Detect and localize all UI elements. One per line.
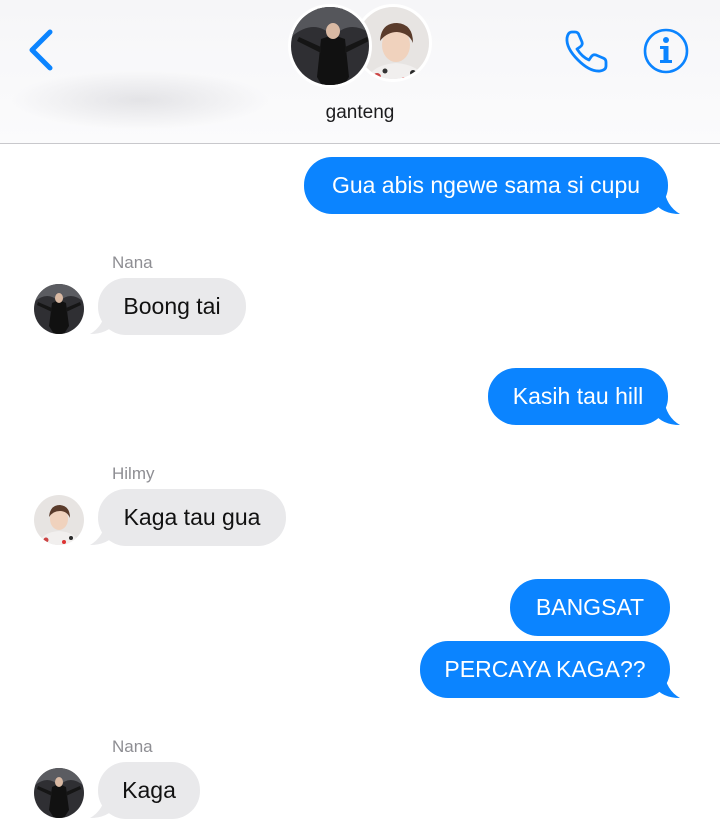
bubble-tail bbox=[654, 188, 680, 214]
group-avatar-nana bbox=[288, 4, 372, 88]
message-text: Kaga bbox=[122, 777, 176, 803]
message-text: Kaga tau gua bbox=[123, 504, 261, 530]
info-button[interactable] bbox=[641, 26, 691, 76]
conversation-header: ganteng bbox=[0, 0, 720, 144]
avatar-hilmy[interactable] bbox=[34, 495, 84, 545]
sender-name: Hilmy bbox=[112, 464, 155, 483]
avatar-nana[interactable] bbox=[34, 284, 84, 334]
message-bubble-outgoing[interactable]: BANGSAT bbox=[510, 579, 670, 636]
info-icon bbox=[643, 28, 689, 74]
message-bubble-incoming[interactable]: Kaga bbox=[98, 762, 200, 819]
group-avatar-stack[interactable] bbox=[288, 4, 434, 90]
call-button[interactable] bbox=[562, 26, 610, 76]
bubble-tail bbox=[654, 399, 680, 425]
message-bubble-outgoing[interactable]: PERCAYA KAGA?? bbox=[420, 641, 670, 698]
chat-screen: ganteng Gua abis ngewe sama si cupu Nana bbox=[0, 0, 720, 840]
message-text: BANGSAT bbox=[535, 594, 645, 620]
message-bubble-outgoing[interactable]: Kasih tau hill bbox=[488, 368, 668, 425]
message-text: Boong tai bbox=[123, 293, 221, 319]
phone-icon bbox=[565, 30, 608, 73]
message-bubble-incoming[interactable]: Boong tai bbox=[98, 278, 246, 335]
sender-name: Nana bbox=[112, 737, 153, 756]
back-button[interactable] bbox=[22, 28, 62, 72]
group-name[interactable]: ganteng bbox=[0, 102, 720, 124]
message-text: Gua abis ngewe sama si cupu bbox=[331, 172, 641, 198]
chevron-left-icon bbox=[29, 29, 53, 71]
bubble-tail bbox=[654, 672, 680, 698]
sender-name: Nana bbox=[112, 253, 153, 272]
message-bubble-incoming[interactable]: Kaga tau gua bbox=[98, 489, 286, 546]
message-text: PERCAYA KAGA?? bbox=[444, 656, 646, 682]
message-bubble-outgoing[interactable]: Gua abis ngewe sama si cupu bbox=[304, 157, 668, 214]
avatar-nana[interactable] bbox=[34, 768, 84, 818]
message-text: Kasih tau hill bbox=[512, 383, 644, 409]
